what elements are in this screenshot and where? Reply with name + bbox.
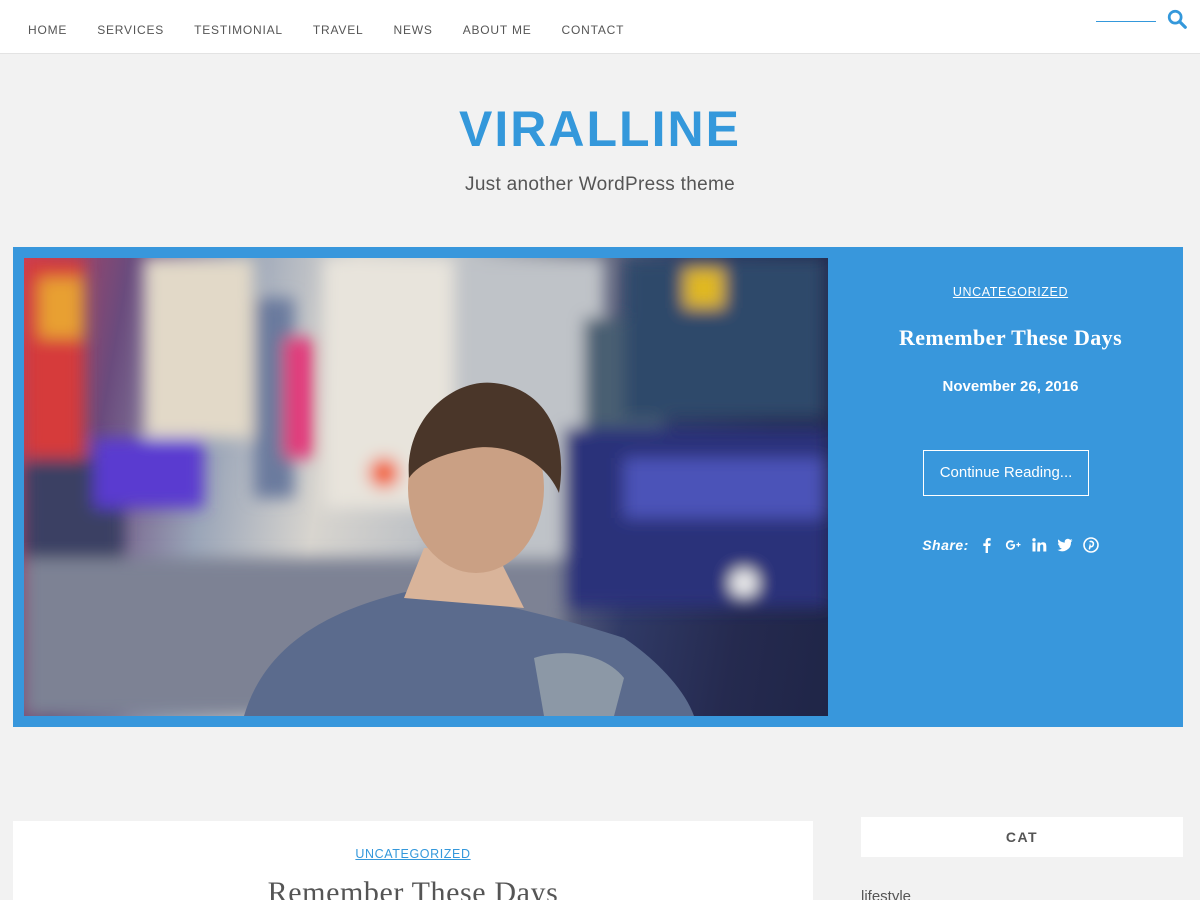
featured-post-title[interactable]: Remember These Days [838, 325, 1183, 351]
pinterest-icon[interactable] [1082, 537, 1099, 553]
featured-image[interactable] [24, 258, 828, 716]
site-description: Just another WordPress theme [465, 174, 735, 195]
nav-item-travel[interactable]: TRAVEL [298, 0, 379, 57]
twitter-icon[interactable] [1057, 537, 1073, 553]
nav-item-news[interactable]: NEWS [378, 0, 447, 57]
sidebar-widget-title: CAT [861, 817, 1183, 857]
featured-category-link[interactable]: UNCATEGORIZED [838, 285, 1183, 299]
top-navigation-bar: HOME SERVICES TESTIMONIAL TRAVEL NEWS AB… [0, 0, 1200, 54]
nav-item-contact[interactable]: CONTACT [547, 0, 640, 57]
search-icon[interactable] [1166, 8, 1188, 30]
linkedin-icon[interactable] [1031, 537, 1047, 553]
main-menu: HOME SERVICES TESTIMONIAL TRAVEL NEWS AB… [13, 0, 639, 54]
featured-post-date: November 26, 2016 [942, 378, 1079, 395]
featured-post-info: UNCATEGORIZED Remember These Days Novemb… [838, 247, 1183, 727]
post-card: UNCATEGORIZED Remember These Days [13, 821, 813, 900]
google-plus-icon[interactable] [1005, 537, 1021, 553]
nav-item-testimonial[interactable]: TESTIMONIAL [179, 0, 298, 57]
site-title[interactable]: VIRALLINE [0, 100, 1200, 158]
nav-item-about-me[interactable]: ABOUT ME [448, 0, 547, 57]
search-box[interactable] [1096, 8, 1188, 32]
nav-item-services[interactable]: SERVICES [82, 0, 179, 57]
facebook-icon[interactable] [979, 537, 995, 553]
share-bar: Share: [838, 537, 1183, 553]
featured-post-slider: UNCATEGORIZED Remember These Days Novemb… [13, 247, 1183, 727]
continue-reading-button[interactable]: Continue Reading... [923, 450, 1089, 496]
nav-item-home[interactable]: HOME [13, 0, 82, 57]
search-input-underline[interactable] [1096, 21, 1156, 22]
sidebar-category-item[interactable]: lifestyle [861, 888, 911, 900]
post-title[interactable]: Remember These Days [13, 876, 813, 900]
post-category-link[interactable]: UNCATEGORIZED [13, 847, 813, 861]
share-label: Share: [922, 537, 969, 553]
